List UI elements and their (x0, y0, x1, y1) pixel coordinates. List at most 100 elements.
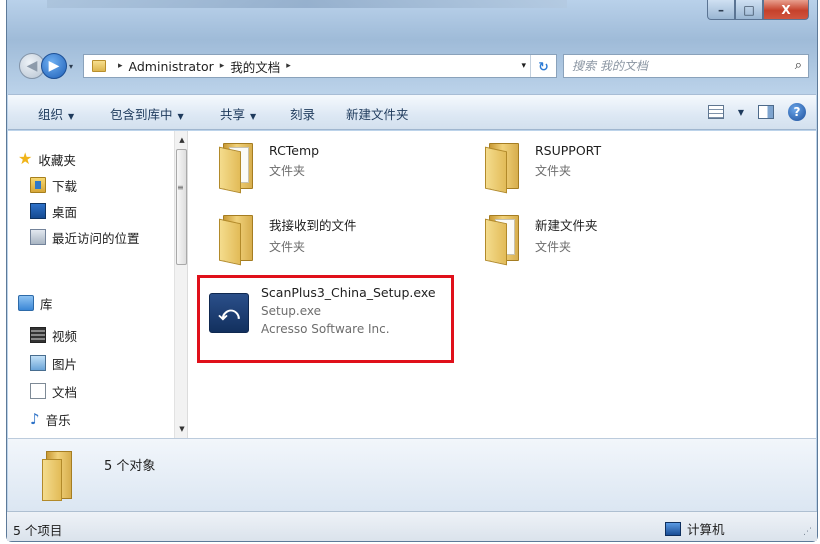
sidebar-label: 文档 (52, 384, 78, 400)
library-icon (18, 295, 34, 311)
forward-button[interactable]: ▶ (41, 53, 67, 79)
window-controls: – □ X (707, 0, 809, 20)
highlight-box (197, 275, 454, 363)
scrollbar-thumb[interactable] (176, 149, 187, 265)
include-in-library-label: 包含到库中 (110, 107, 173, 122)
close-button[interactable]: X (763, 0, 809, 20)
minimize-button[interactable]: – (707, 0, 735, 20)
sidebar-label: 桌面 (52, 204, 78, 220)
object-count: 5 个对象 (104, 459, 156, 474)
burn-button[interactable]: 刻录 (290, 104, 315, 123)
sidebar-item-downloads[interactable]: 下载 (30, 175, 77, 195)
refresh-button[interactable]: ↻ (530, 55, 556, 77)
address-bar[interactable]: ▸ Administrator ▸ 我的文档 ▸ ▾ ↻ (83, 54, 557, 78)
scroll-grip-icon: ≡ (177, 183, 184, 192)
sidebar-label: 最近访问的位置 (52, 230, 140, 246)
scroll-up-arrow[interactable]: ▲ (175, 133, 189, 147)
address-dropdown[interactable]: ▾ (521, 61, 526, 71)
navigation-pane: ★ 收藏夹 下载 桌面 最近访问的位置 库 视频 图片 文档 ♪ 音乐 (8, 131, 174, 438)
scroll-down-arrow[interactable]: ▼ (175, 422, 189, 436)
sidebar-label: 音乐 (45, 412, 71, 428)
documents-icon (30, 383, 46, 399)
breadcrumb-my-documents[interactable]: 我的文档 (230, 57, 280, 76)
breadcrumb-separator[interactable]: ▸ (220, 61, 225, 71)
explorer-window: – □ X ◀ ▶ ▾ ▸ Administrator ▸ 我的文档 ▸ ▾ ↻… (6, 0, 818, 542)
organize-menu[interactable]: 组织 ▼ (38, 104, 74, 123)
file-name: 我接收到的文件 (269, 218, 357, 233)
downloads-icon (30, 177, 46, 193)
item-count: 5 个项目 (13, 523, 63, 538)
organize-label: 组织 (38, 107, 64, 122)
breadcrumb-separator[interactable]: ▸ (118, 61, 123, 71)
folder-icon (42, 451, 76, 501)
sidebar-item-music[interactable]: ♪ 音乐 (30, 409, 71, 429)
sidebar-item-pictures[interactable]: 图片 (30, 353, 77, 373)
desktop-icon (30, 203, 46, 219)
computer-icon (665, 521, 681, 536)
sidebar-item-videos[interactable]: 视频 (30, 325, 77, 345)
file-type: 文件夹 (269, 164, 306, 178)
computer-zone: 计算机 (665, 519, 725, 538)
share-menu[interactable]: 共享 ▼ (220, 104, 256, 123)
main-area: ★ 收藏夹 下载 桌面 最近访问的位置 库 视频 图片 文档 ♪ 音乐 ▲ ≡ … (8, 131, 816, 438)
folder-icon (483, 143, 523, 194)
file-name: RSUPPORT (535, 143, 602, 158)
command-bar: 组织 ▼ 包含到库中 ▼ 共享 ▼ 刻录 新建文件夹 ▼ ? (8, 94, 816, 130)
pictures-icon (30, 355, 46, 371)
sidebar-item-favorites[interactable]: ★ 收藏夹 (18, 149, 76, 169)
sidebar-label: 下载 (52, 178, 78, 194)
folder-icon (217, 143, 257, 194)
music-icon: ♪ (30, 410, 40, 428)
title-bar[interactable]: – □ X (7, 0, 817, 36)
include-in-library-menu[interactable]: 包含到库中 ▼ (110, 104, 184, 123)
file-list: RCTemp 文件夹 RSUPPORT 文件夹 我接收到的文件 文件夹 新建文件… (189, 131, 816, 438)
file-name: RCTemp (269, 143, 320, 158)
sidebar-label: 收藏夹 (38, 152, 76, 168)
title-blur (47, 0, 567, 8)
share-label: 共享 (220, 107, 246, 122)
maximize-button[interactable]: □ (735, 0, 763, 20)
file-type: 文件夹 (535, 240, 572, 254)
search-input[interactable] (564, 55, 774, 77)
sidebar-item-library[interactable]: 库 (18, 293, 53, 313)
file-type: 文件夹 (535, 164, 572, 178)
sidebar-label: 库 (40, 296, 53, 312)
folder-icon (483, 215, 523, 266)
sidebar-item-documents[interactable]: 文档 (30, 381, 77, 401)
sidebar-item-desktop[interactable]: 桌面 (30, 201, 77, 221)
folder-icon (92, 60, 106, 72)
sidebar-item-recent-places[interactable]: 最近访问的位置 (30, 227, 140, 247)
breadcrumb-separator[interactable]: ▸ (286, 61, 291, 71)
search-box[interactable]: ⌕ (563, 54, 809, 78)
recent-pages-dropdown[interactable]: ▾ (69, 62, 73, 71)
sidebar-label: 视频 (52, 328, 78, 344)
view-options-dropdown[interactable]: ▼ (738, 108, 744, 117)
preview-pane-icon[interactable] (758, 105, 774, 119)
change-view-icon[interactable] (707, 105, 724, 119)
sidebar-scrollbar[interactable]: ▲ ≡ ▼ (174, 131, 188, 438)
breadcrumb-administrator[interactable]: Administrator (129, 59, 214, 74)
chevron-down-icon: ▼ (68, 112, 75, 121)
search-icon[interactable]: ⌕ (795, 58, 802, 73)
video-icon (30, 327, 46, 343)
star-icon: ★ (18, 149, 33, 168)
resize-grip[interactable]: ⋰ (803, 527, 812, 537)
sidebar-label: 图片 (52, 356, 78, 372)
chevron-down-icon: ▼ (177, 112, 184, 121)
status-bar: 5 个项目 计算机 ⋰ (7, 511, 817, 541)
details-pane: 5 个对象 (8, 438, 816, 512)
navigation-bar: ◀ ▶ ▾ ▸ Administrator ▸ 我的文档 ▸ ▾ ↻ ⌕ (7, 50, 817, 84)
file-type: 文件夹 (269, 240, 306, 254)
chevron-down-icon: ▼ (250, 112, 257, 121)
file-name: 新建文件夹 (535, 218, 598, 233)
toolbar-right: ▼ ? (707, 103, 806, 121)
help-icon[interactable]: ? (788, 103, 806, 121)
file-item-received-files[interactable]: 我接收到的文件 文件夹 (217, 215, 357, 266)
file-item-new-folder[interactable]: 新建文件夹 文件夹 (483, 215, 598, 266)
folder-icon (217, 215, 257, 266)
new-folder-button[interactable]: 新建文件夹 (346, 104, 409, 123)
recent-places-icon (30, 229, 46, 245)
file-item-rctemp[interactable]: RCTemp 文件夹 (217, 143, 320, 194)
file-item-rsupport[interactable]: RSUPPORT 文件夹 (483, 143, 602, 194)
computer-label: 计算机 (687, 522, 725, 537)
